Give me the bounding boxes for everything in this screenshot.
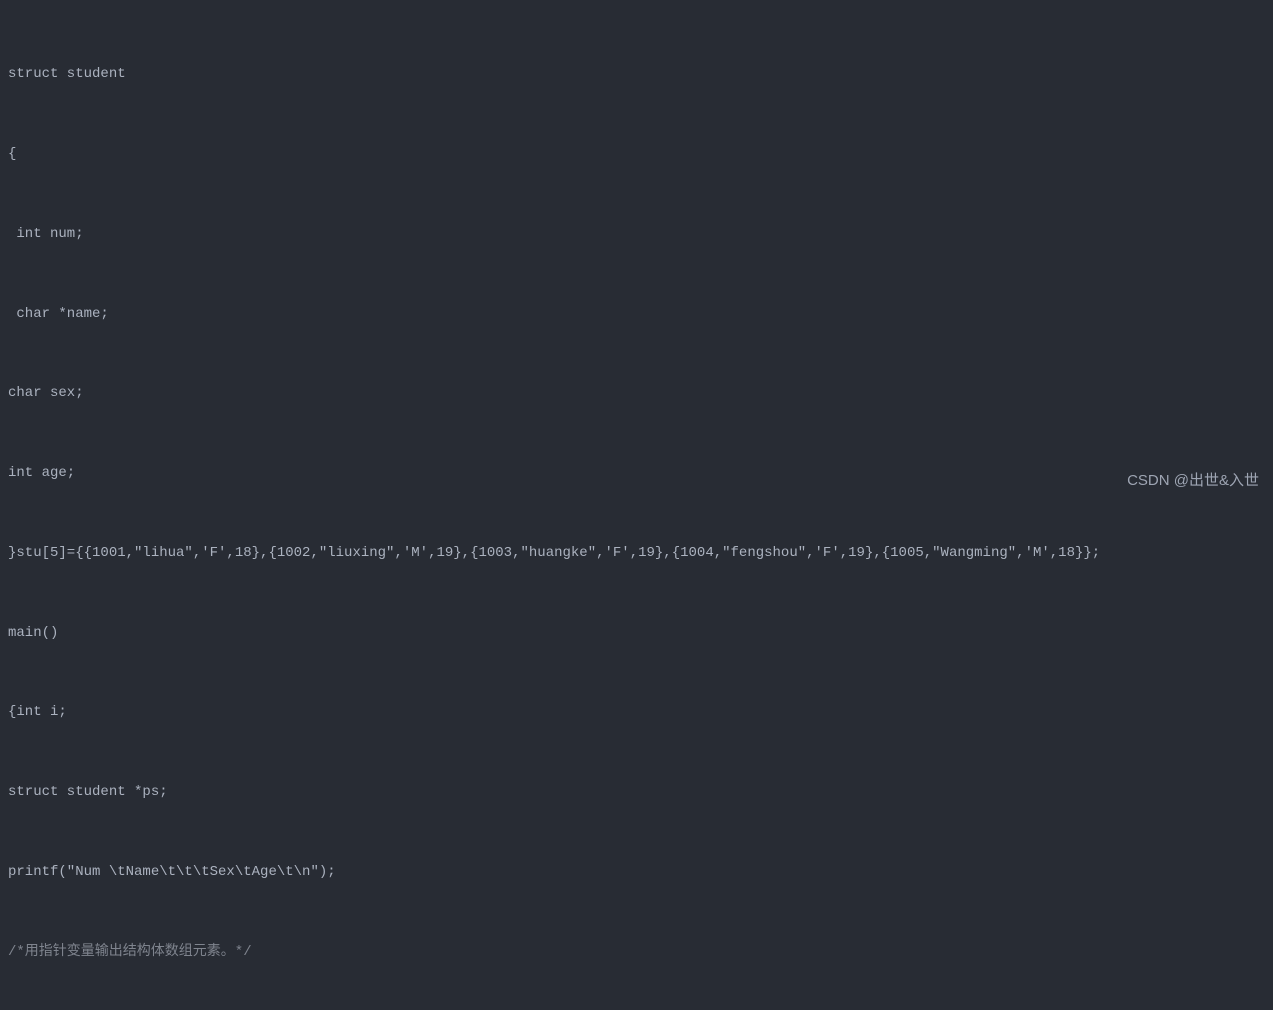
code-line: {int i; xyxy=(8,699,1273,726)
code-line: struct student xyxy=(8,61,1273,88)
code-line: }stu[5]={{1001,"lihua",'F',18},{1002,"li… xyxy=(8,540,1273,567)
code-line: printf("Num \tName\t\t\tSex\tAge\t\n"); xyxy=(8,859,1273,886)
code-line: int age; xyxy=(8,460,1273,487)
code-line: char sex; xyxy=(8,380,1273,407)
code-block: struct student { int num; char *name; ch… xyxy=(8,8,1273,1010)
code-line: char *name; xyxy=(8,301,1273,328)
code-line: int num; xyxy=(8,221,1273,248)
watermark: CSDN @出世&入世 xyxy=(1127,467,1259,496)
code-line: main() xyxy=(8,620,1273,647)
code-line: struct student *ps; xyxy=(8,779,1273,806)
code-comment-line: /*用指针变量输出结构体数组元素。*/ xyxy=(8,939,1273,966)
code-line: { xyxy=(8,141,1273,168)
